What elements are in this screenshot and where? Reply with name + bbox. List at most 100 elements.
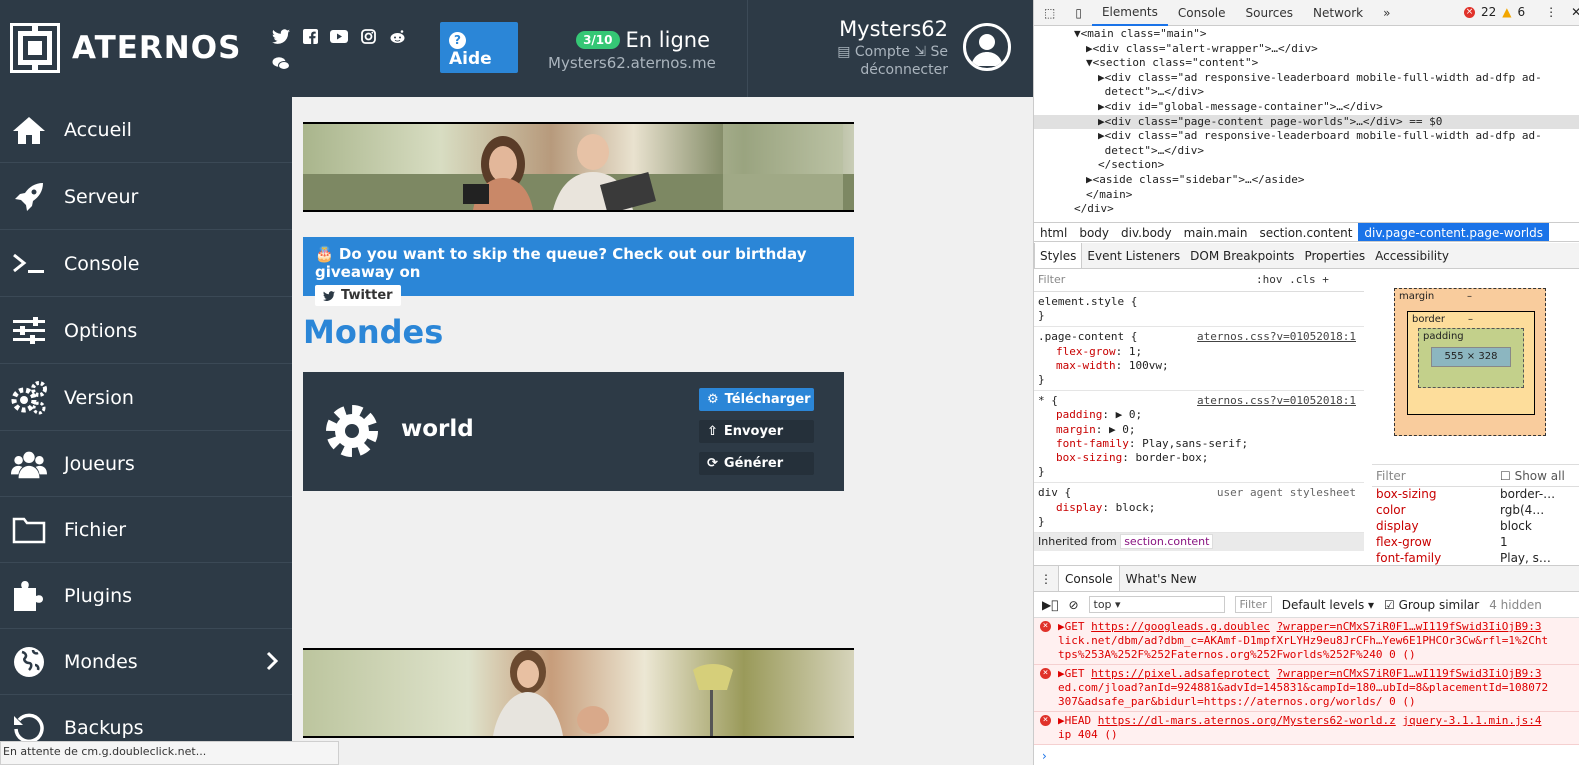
close-icon[interactable]: ✕ [1571,5,1579,19]
rule-source-link[interactable]: aternos.css?v=01052018:1 [1197,394,1356,408]
dom-node[interactable]: detect">…</div> [1034,144,1579,159]
dom-node[interactable]: ▶<div id="global-message-container">…</d… [1034,100,1579,115]
tab-drawer-console[interactable]: Console [1058,566,1120,591]
tab-event-listeners[interactable]: Event Listeners [1082,249,1185,263]
facebook-icon[interactable] [301,28,319,45]
source-link[interactable]: ?wrapper=nCMxS7iR0F1…wI119fSwid3IiOjB9:3 [1277,620,1542,633]
issue-counts[interactable]: × 22 ▲ 6 ⋮ ✕ [1464,5,1579,19]
prop-name[interactable]: display [1056,501,1102,514]
prop-value[interactable]: ▶ 0; [1109,423,1136,436]
ad-banner-bottom[interactable] [303,648,854,738]
box-model-padding[interactable]: padding 555 × 328 [1418,328,1524,388]
youtube-icon[interactable] [330,28,348,45]
log-levels-dropdown[interactable]: Default levels ▾ [1282,598,1374,612]
box-model-margin[interactable]: margin – border – padding 555 × 328 [1394,288,1546,436]
breadcrumb-item[interactable]: div.body [1115,223,1178,241]
inherited-from-link[interactable]: section.content [1120,534,1214,550]
box-model-border[interactable]: border – padding 555 × 328 [1407,311,1535,415]
ad-banner-top[interactable] [303,122,854,212]
group-similar-checkbox[interactable]: ☑ Group similar [1384,598,1479,612]
help-button[interactable]: ? Aide [440,22,518,73]
tab-console[interactable]: Console [1168,0,1236,26]
css-rule[interactable]: user agent stylesheet div { display: blo… [1034,483,1364,534]
request-url[interactable]: https://pixel.adsafeprotect [1091,667,1270,680]
dom-node[interactable]: detect">…</div> [1034,85,1579,100]
sidebar-toggle-icon[interactable]: ▶⃞ [1042,598,1058,612]
drawer-menu-icon[interactable]: ⋮ [1034,572,1058,586]
context-select[interactable]: top ▾ [1088,596,1225,613]
css-rule[interactable]: element.style { } [1034,292,1364,328]
sidebar-item-mondes[interactable]: Mondes [0,629,292,695]
breadcrumb-item-current[interactable]: div.page-content.page-worlds [1358,223,1550,241]
console-error-message[interactable]: × ▶HEAD https://dl-mars.aternos.org/Myst… [1034,712,1579,745]
dom-node[interactable]: ▶<div class="alert-wrapper">…</div> [1034,42,1579,57]
prop-value[interactable]: Play,sans-serif; [1142,437,1248,450]
more-tabs-icon[interactable]: » [1373,0,1400,26]
dom-node[interactable]: ▶<div class="ad responsive-leaderboard m… [1034,129,1579,144]
css-rule[interactable]: aternos.css?v=01052018:1 * { padding: ▶ … [1034,391,1364,484]
sidebar-item-joueurs[interactable]: Joueurs [0,431,292,497]
prop-name[interactable]: padding [1056,408,1102,421]
download-button[interactable]: ⚙ Télécharger [699,388,814,411]
request-url[interactable]: https://dl-mars.aternos.org/Mysters62-wo… [1098,714,1396,727]
account-link[interactable]: Compte [855,44,910,60]
console-error-message[interactable]: × ▶GET https://googleads.g.doublec ?wrap… [1034,618,1579,665]
dom-node[interactable]: </section> [1034,158,1579,173]
prop-value[interactable]: block; [1116,501,1156,514]
inspect-icon[interactable]: ⬚ [1034,0,1065,26]
source-link[interactable]: jquery-3.1.1.min.js:4 [1402,714,1541,727]
computed-filter-input[interactable]: Filter ☐ Show all [1372,465,1579,487]
user-avatar[interactable] [963,23,1011,71]
breadcrumb-item[interactable]: body [1073,223,1115,241]
dom-node[interactable]: ▶<aside class="sidebar">…</aside> [1034,173,1579,188]
instagram-icon[interactable] [359,28,377,45]
show-all-checkbox[interactable]: ☐ Show all [1500,469,1565,483]
dom-node[interactable]: ▼<main class="main"> [1034,27,1579,42]
prop-value[interactable]: border-box; [1135,451,1208,464]
sidebar-item-fichier[interactable]: Fichier [0,497,292,563]
box-model-content[interactable]: 555 × 328 [1431,347,1511,367]
dom-node[interactable]: ▶<div class="ad responsive-leaderboard m… [1034,71,1579,86]
generate-button[interactable]: ⟳ Générer [699,452,814,475]
tab-dom-breakpoints[interactable]: DOM Breakpoints [1185,249,1299,263]
prop-value[interactable]: 1; [1129,345,1142,358]
console-filter-input[interactable]: Filter [1234,596,1272,613]
tab-styles[interactable]: Styles [1034,243,1083,268]
styles-filter-actions[interactable]: :hov .cls + [1256,273,1329,287]
chat-icon[interactable] [272,55,290,72]
sidebar-item-console[interactable]: Console [0,231,292,297]
tab-properties[interactable]: Properties [1299,249,1370,263]
twitter-button[interactable]: Twitter [315,285,401,306]
tab-sources[interactable]: Sources [1236,0,1303,26]
rule-source-link[interactable]: aternos.css?v=01052018:1 [1197,330,1356,344]
breadcrumb-item[interactable]: section.content [1253,223,1358,241]
prop-name[interactable]: flex-grow [1056,345,1116,358]
dom-node[interactable]: </main> [1034,188,1579,203]
styles-filter-input[interactable]: Filter :hov .cls + [1034,270,1364,292]
tab-network[interactable]: Network [1303,0,1373,26]
request-url[interactable]: https://googleads.g.doublec [1091,620,1270,633]
reddit-icon[interactable] [388,28,406,45]
computed-row[interactable]: flex-grow 1 [1372,535,1579,551]
tab-accessibility[interactable]: Accessibility [1370,249,1454,263]
sidebar-item-version[interactable]: Version [0,365,292,431]
prop-name[interactable]: margin [1056,423,1096,436]
kebab-menu-icon[interactable]: ⋮ [1545,5,1557,19]
css-rule[interactable]: aternos.css?v=01052018:1 .page-content {… [1034,327,1364,392]
sidebar-item-options[interactable]: Options [0,298,292,364]
sidebar-item-serveur[interactable]: Serveur [0,164,292,230]
tab-elements[interactable]: Elements [1091,0,1168,26]
clear-console-icon[interactable]: ⊘ [1068,598,1078,612]
prop-name[interactable]: font-family [1056,437,1129,450]
dom-node[interactable]: ▼<section class="content"> [1034,56,1579,71]
computed-row[interactable]: color rgb(4… [1372,503,1579,519]
tab-whats-new[interactable]: What's New [1120,572,1203,586]
twitter-icon[interactable] [272,28,290,45]
source-link[interactable]: ?wrapper=nCMxS7iR0F1…wI119fSwid3IiOjB9:3 [1277,667,1542,680]
breadcrumb-item[interactable]: html [1034,223,1073,241]
prop-value[interactable]: ▶ 0; [1116,408,1143,421]
sidebar-item-plugins[interactable]: Plugins [0,563,292,629]
aternos-logo[interactable]: ATERNOS [10,23,241,73]
prop-name[interactable]: box-sizing [1056,451,1122,464]
computed-row[interactable]: display block [1372,519,1579,535]
